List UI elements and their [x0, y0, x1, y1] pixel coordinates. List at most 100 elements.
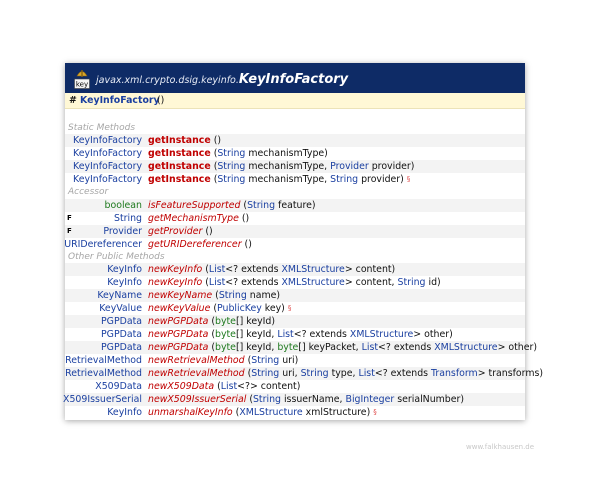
return-type: PGPData	[101, 342, 142, 353]
param-text: [] keyId,	[235, 342, 278, 353]
param-text: ()	[205, 226, 213, 237]
method-signature: isFeatureSupported (String feature)	[148, 199, 316, 212]
svg-text:key: key	[76, 81, 88, 89]
method-name: newKeyInfo	[148, 264, 203, 275]
param-text: <? extends	[378, 342, 435, 353]
param-text: [] keyId,	[235, 329, 278, 340]
param-type: XMLStructure	[281, 277, 345, 288]
method-row: URIDereferencer getURIDereferencer ()	[64, 238, 525, 251]
method-row: KeyInfoFactory getInstance (String mechan…	[65, 160, 525, 173]
method-row: KeyInfoFactory getInstance (String mechan…	[65, 147, 525, 160]
method-row: KeyInfoFactory getInstance (String mechan…	[65, 173, 525, 186]
method-name: newPGPData	[148, 316, 209, 327]
param-text: > other)	[497, 342, 538, 353]
method-name: newX509IssuerSerial	[148, 394, 247, 405]
param-text: mechanismType,	[245, 161, 331, 172]
param-type: List	[208, 264, 226, 275]
method-name: newRetrievalMethod	[148, 355, 245, 366]
param-text: provider)	[368, 161, 415, 172]
param-type: List	[220, 381, 238, 392]
param-type: String	[217, 174, 246, 185]
method-row: F Provider getProvider ()	[65, 225, 525, 238]
param-type: byte	[215, 342, 236, 353]
param-type: String	[252, 394, 281, 405]
param-type: String	[251, 355, 280, 366]
param-text: id)	[425, 277, 441, 288]
param-text: serialNumber)	[394, 394, 464, 405]
param-type: String	[247, 200, 276, 211]
method-name: newPGPData	[148, 342, 209, 353]
method-signature: newX509IssuerSerial (String issuerName, …	[148, 393, 464, 406]
section-other: Other Public Methods	[68, 252, 165, 262]
param-text: > content,	[344, 277, 398, 288]
note-marker: §	[406, 175, 411, 183]
param-text: <? extends	[374, 368, 432, 379]
constructor-row: # KeyInfoFactory ()	[65, 93, 525, 109]
method-signature: unmarshalKeyInfo (XMLStructure xmlStruct…	[148, 406, 377, 419]
return-type: boolean	[104, 200, 142, 211]
param-text: provider)	[358, 174, 404, 185]
class-name: KeyInfoFactory	[238, 72, 349, 87]
return-type: KeyInfoFactory	[73, 135, 142, 146]
method-row: KeyInfo newKeyInfo (List<? extends XMLStr…	[65, 263, 525, 276]
method-signature: newRetrievalMethod (String uri, String t…	[148, 367, 543, 380]
param-type: byte	[277, 342, 299, 353]
param-type: Provider	[330, 161, 369, 172]
method-name: newX509Data	[148, 381, 215, 392]
method-signature: getInstance ()	[148, 134, 221, 147]
return-type: KeyInfoFactory	[73, 148, 142, 159]
return-type: KeyInfo	[107, 277, 142, 288]
return-type: URIDereferencer	[64, 239, 142, 250]
return-type: RetrievalMethod	[65, 355, 142, 366]
final-marker: F	[67, 227, 72, 235]
method-name: newKeyValue	[148, 303, 211, 314]
section-accessor: Accessor	[68, 187, 109, 197]
method-signature: newPGPData (byte[] keyId, List<? extends…	[148, 328, 453, 341]
param-type: String	[330, 174, 359, 185]
return-type: X509Data	[95, 381, 142, 392]
param-type: XMLStructure	[349, 329, 414, 340]
footer-credit: www.falkhausen.de	[466, 443, 535, 451]
param-type: List	[208, 277, 226, 288]
method-name: unmarshalKeyInfo	[148, 407, 233, 418]
param-text: ()	[244, 239, 252, 250]
final-marker: F	[67, 214, 72, 222]
class-title: javax.xml.crypto.dsig.keyinfo.KeyInfoFac…	[96, 72, 348, 87]
method-row: PGPData newPGPData (byte[] keyId, byte[] …	[65, 341, 537, 354]
method-name: getInstance	[148, 135, 211, 146]
method-row: X509Data newX509Data (List<?> content)	[65, 380, 525, 393]
package-name: javax.xml.crypto.dsig.keyinfo.	[96, 75, 239, 86]
param-type: Transform	[431, 368, 478, 379]
return-type: KeyInfoFactory	[73, 161, 142, 172]
method-name: newRetrievalMethod	[148, 368, 245, 379]
return-type: PGPData	[101, 329, 142, 340]
param-type: XMLStructure	[239, 407, 303, 418]
class-header: key javax.xml.crypto.dsig.keyinfo.KeyInf…	[65, 63, 525, 93]
return-type: Provider	[103, 226, 142, 237]
return-type: X509IssuerSerial	[63, 394, 142, 405]
param-text: uri,	[279, 368, 301, 379]
method-name: isFeatureSupported	[148, 200, 241, 211]
return-type: KeyValue	[99, 303, 142, 314]
method-row: KeyInfo newKeyInfo (List<? extends XMLStr…	[65, 276, 525, 289]
param-text: feature)	[275, 200, 316, 211]
param-text: > other)	[413, 329, 453, 340]
note-marker: §	[287, 304, 292, 312]
param-type: String	[300, 368, 329, 379]
param-text: name)	[246, 290, 281, 301]
param-type: List	[358, 368, 375, 379]
method-row: KeyValue newKeyValue (PublicKey key) §	[65, 302, 525, 315]
method-signature: newKeyInfo (List<? extends XMLStructure>…	[148, 263, 395, 276]
method-name: newPGPData	[148, 329, 209, 340]
param-text: mechanismType)	[245, 148, 328, 159]
param-type: String	[397, 277, 426, 288]
method-row: KeyInfo unmarshalKeyInfo (XMLStructure xm…	[65, 406, 525, 419]
method-signature: newKeyValue (PublicKey key) §	[148, 302, 291, 315]
note-marker: §	[373, 408, 377, 416]
return-type: RetrievalMethod	[65, 368, 142, 379]
param-text: uri)	[279, 355, 299, 366]
param-text: ()	[213, 135, 222, 146]
section-static: Static Methods	[68, 123, 136, 133]
param-type: PublicKey	[217, 303, 262, 314]
param-type: String	[217, 148, 246, 159]
